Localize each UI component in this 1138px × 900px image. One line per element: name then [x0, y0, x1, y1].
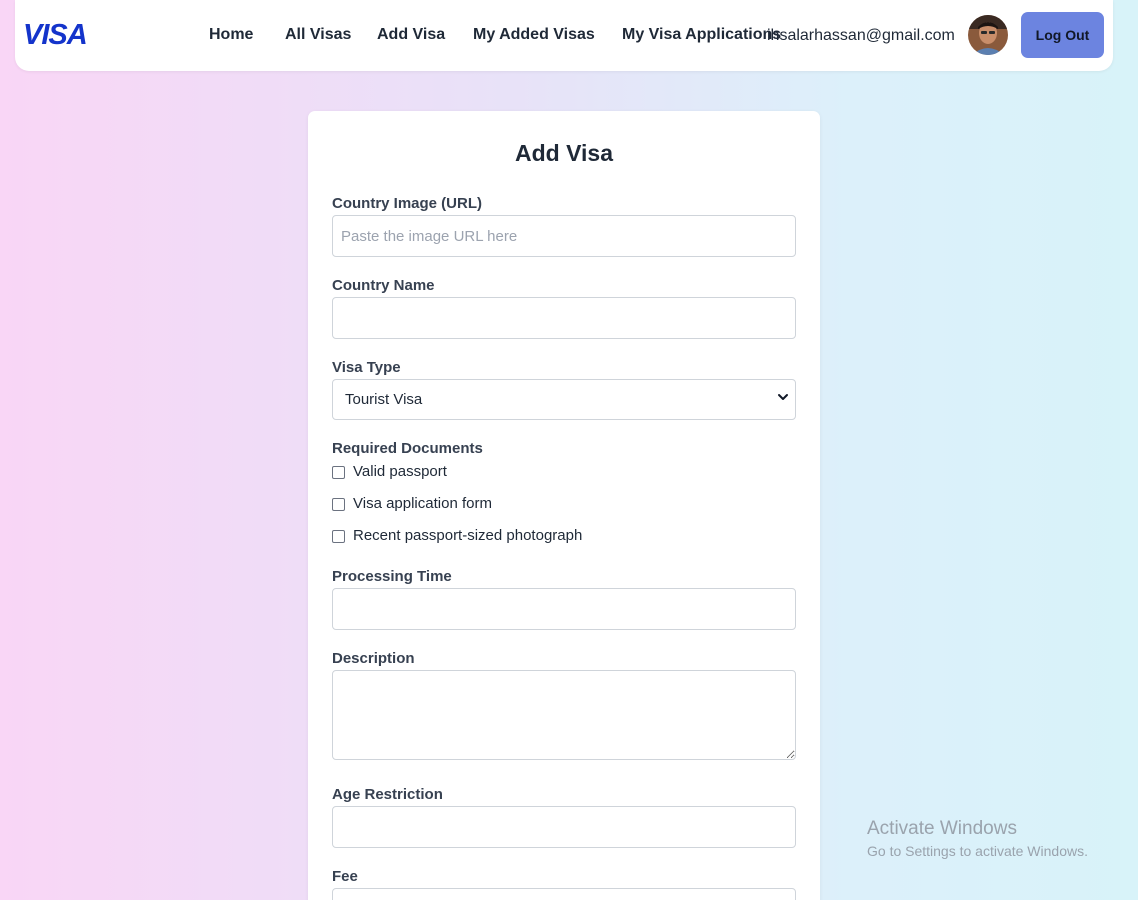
visa-logo[interactable]: VISA [23, 16, 88, 54]
checkbox-label: Valid passport [353, 463, 447, 480]
nav-link-my-visa-applications[interactable]: My Visa Applications [622, 25, 781, 45]
user-email: ihsalarhassan@gmail.com [767, 27, 955, 44]
checkbox-label: Visa application form [353, 495, 492, 512]
checkbox[interactable] [332, 530, 345, 543]
nav-link-my-added-visas[interactable]: My Added Visas [473, 25, 595, 45]
country-image-label: Country Image (URL) [332, 195, 482, 212]
nav-link-home[interactable]: Home [209, 25, 253, 45]
country-name-label: Country Name [332, 277, 435, 294]
logout-button[interactable]: Log Out [1021, 12, 1104, 58]
description-textarea[interactable] [332, 670, 796, 760]
nav-link-all-visas[interactable]: All Visas [285, 25, 351, 45]
fee-input[interactable] [332, 888, 796, 900]
visa-type-select[interactable]: Tourist Visa [332, 379, 796, 420]
activate-windows-title: Activate Windows [867, 818, 1017, 839]
processing-time-input[interactable] [332, 588, 796, 630]
checkbox[interactable] [332, 466, 345, 479]
activate-windows-subtitle: Go to Settings to activate Windows. [867, 843, 1088, 859]
user-avatar[interactable] [968, 15, 1008, 55]
visa-type-label: Visa Type [332, 359, 401, 376]
chevron-down-icon [778, 394, 788, 400]
checkbox-label: Recent passport-sized photograph [353, 527, 583, 544]
checkbox[interactable] [332, 498, 345, 511]
visa-type-selected-value: Tourist Visa [345, 391, 423, 408]
country-image-input[interactable] [332, 215, 796, 257]
age-restriction-label: Age Restriction [332, 786, 443, 803]
processing-time-label: Processing Time [332, 568, 452, 585]
country-name-input[interactable] [332, 297, 796, 339]
avatar-photo-icon [968, 15, 1008, 55]
add-visa-form: Add Visa Country Image (URL) Country Nam… [308, 111, 820, 900]
fee-label: Fee [332, 868, 358, 885]
required-documents-label: Required Documents [332, 440, 483, 457]
form-title: Add Visa [515, 140, 613, 166]
age-restriction-input[interactable] [332, 806, 796, 848]
navbar: VISA Home All Visas Add Visa My Added Vi… [15, 0, 1113, 71]
nav-link-add-visa[interactable]: Add Visa [377, 25, 445, 45]
description-label: Description [332, 650, 415, 667]
